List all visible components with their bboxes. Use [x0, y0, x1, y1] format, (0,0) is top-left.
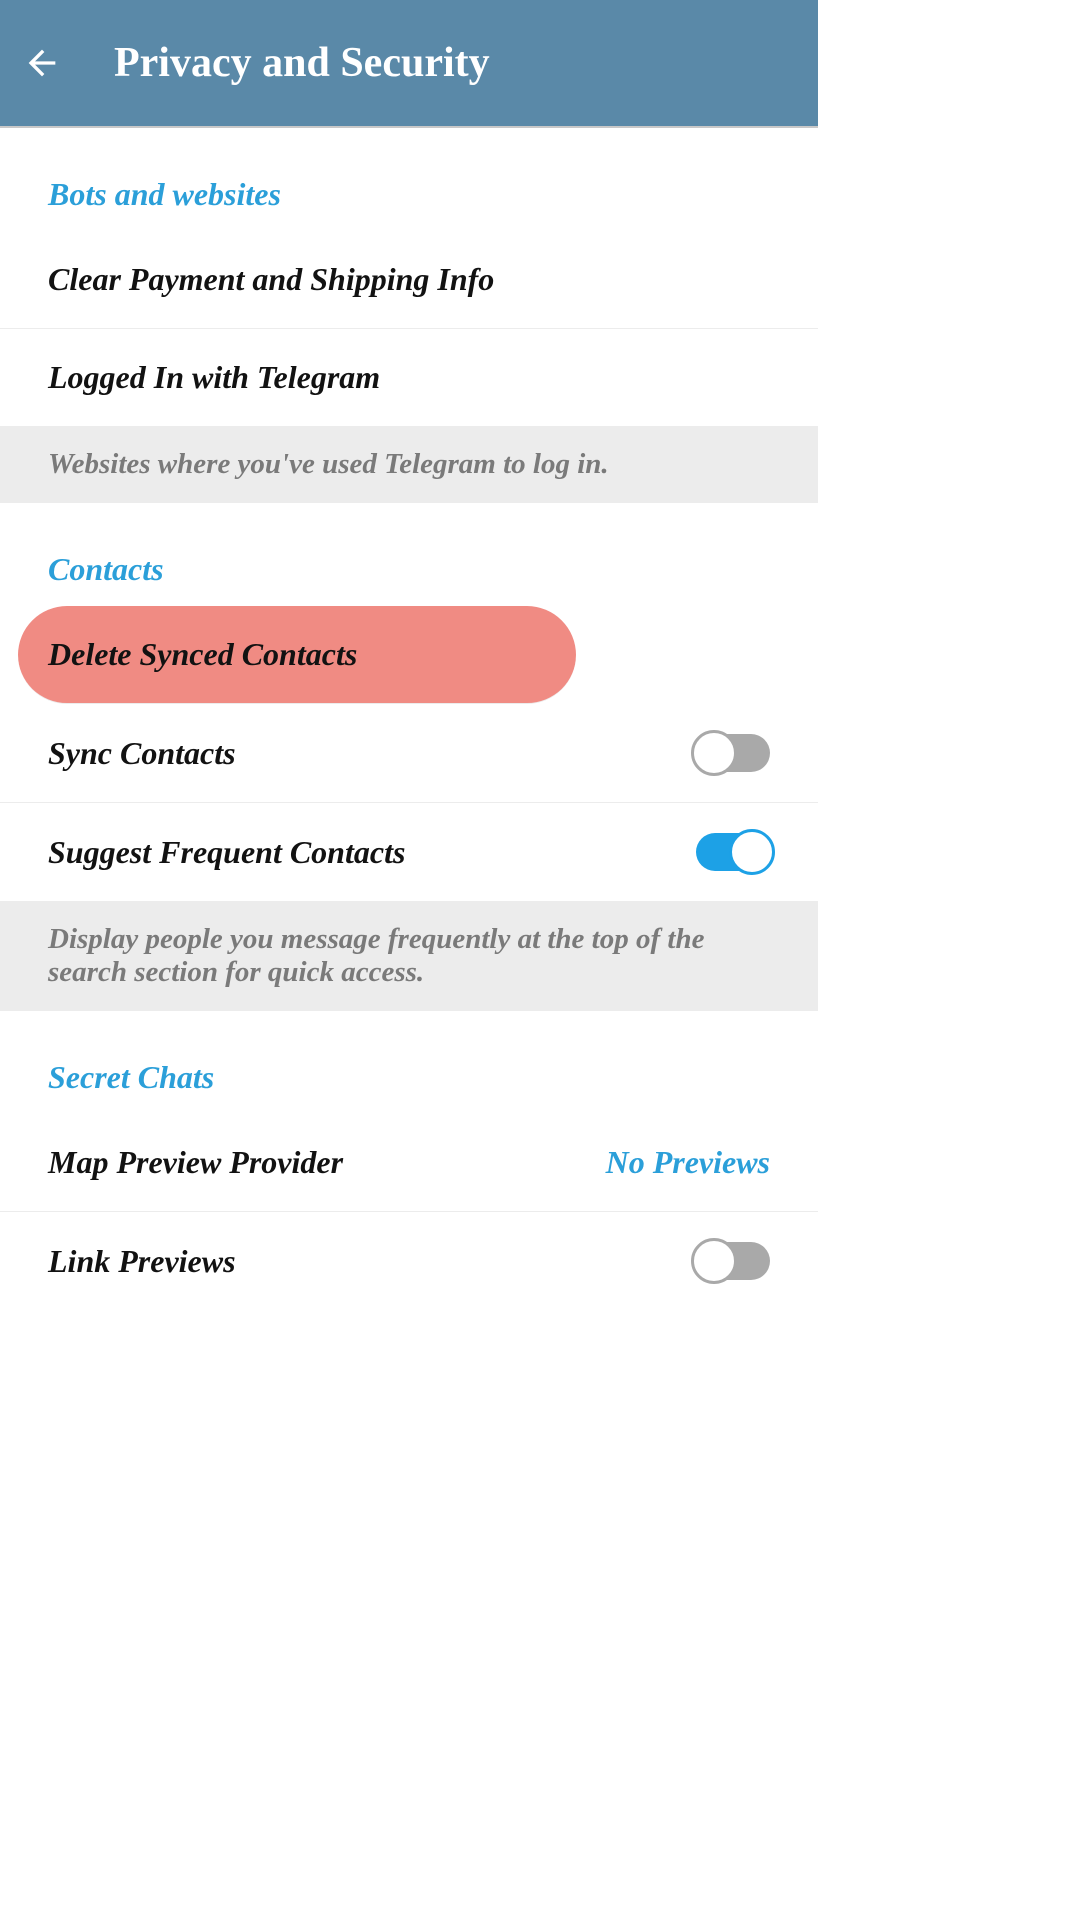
delete-synced-label: Delete Synced Contacts — [48, 636, 546, 673]
suggest-frequent-row[interactable]: Suggest Frequent Contacts — [0, 803, 818, 901]
sync-contacts-label: Sync Contacts — [48, 735, 696, 772]
suggest-frequent-label: Suggest Frequent Contacts — [48, 834, 696, 871]
suggest-frequent-toggle[interactable] — [696, 833, 770, 871]
link-previews-row[interactable]: Link Previews — [0, 1212, 818, 1310]
section-secret-chats: Secret Chats — [0, 1011, 818, 1114]
sync-contacts-row[interactable]: Sync Contacts — [0, 704, 818, 803]
clear-payment-label: Clear Payment and Shipping Info — [48, 261, 770, 298]
section-contacts: Contacts — [0, 503, 818, 606]
contacts-footer: Display people you message frequently at… — [0, 901, 818, 1011]
map-preview-label: Map Preview Provider — [48, 1144, 606, 1181]
map-preview-value: No Previews — [606, 1144, 770, 1181]
bots-websites-footer: Websites where you've used Telegram to l… — [0, 426, 818, 503]
sync-contacts-toggle[interactable] — [696, 734, 770, 772]
logged-in-label: Logged In with Telegram — [48, 359, 770, 396]
logged-in-row[interactable]: Logged In with Telegram — [0, 329, 818, 426]
link-previews-label: Link Previews — [48, 1243, 696, 1280]
link-previews-toggle[interactable] — [696, 1242, 770, 1280]
back-arrow-icon[interactable] — [20, 41, 64, 85]
page-title: Privacy and Security — [114, 39, 490, 87]
clear-payment-row[interactable]: Clear Payment and Shipping Info — [0, 231, 818, 329]
app-header: Privacy and Security — [0, 0, 818, 128]
map-preview-row[interactable]: Map Preview Provider No Previews — [0, 1114, 818, 1212]
section-bots-websites: Bots and websites — [0, 128, 818, 231]
delete-synced-row[interactable]: Delete Synced Contacts — [18, 606, 576, 704]
